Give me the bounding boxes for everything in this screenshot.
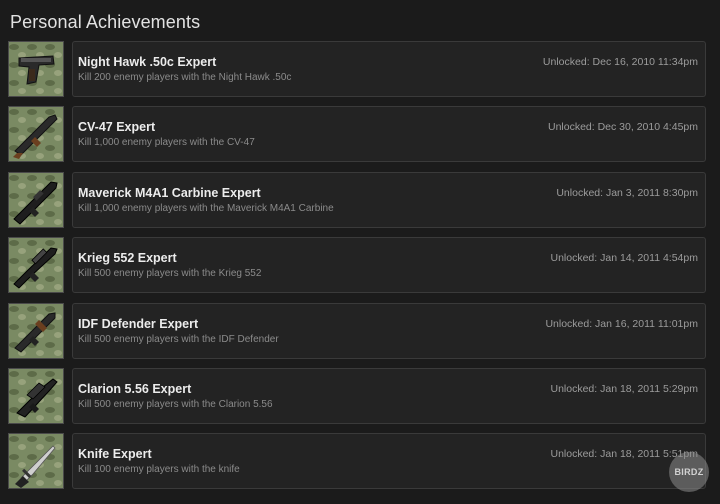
bullpup-rifle-icon [9,368,63,423]
achievement-description: Kill 500 enemy players with the IDF Defe… [78,333,279,345]
achievement-name: CV-47 Expert [78,120,156,135]
achievement-description: Kill 100 enemy players with the knife [78,464,240,476]
achievement-thumbnail [8,237,64,294]
achievement-card: Krieg 552 Expert Kill 500 enemy players … [72,237,706,294]
achievement-list: Night Hawk .50c Expert Kill 200 enemy pl… [8,41,708,499]
achievement-row: Maverick M4A1 Carbine Expert Kill 1,000 … [8,171,708,229]
assault-rifle-icon [9,303,63,358]
page-title: Personal Achievements [10,12,201,32]
achievement-card: IDF Defender Expert Kill 500 enemy playe… [72,302,706,359]
achievement-description: Kill 200 enemy players with the Night Ha… [78,72,292,83]
achievement-unlock-date: Unlocked: Jan 16, 2011 11:01pm [545,317,698,330]
carbine-icon [9,172,63,227]
achievement-name: IDF Defender Expert [78,316,199,331]
achievement-row: Knife Expert Kill 100 enemy players with… [8,433,708,490]
achievement-card: Maverick M4A1 Carbine Expert Kill 1,000 … [72,171,706,228]
achievement-card: CV-47 Expert Kill 1,000 enemy players wi… [72,106,706,163]
achievement-row: CV-47 Expert Kill 1,000 enemy players wi… [8,106,708,163]
achievement-unlock-date: Unlocked: Jan 18, 2011 5:29pm [550,382,699,395]
achievement-name: Krieg 552 Expert [78,251,177,266]
achievement-row: IDF Defender Expert Kill 500 enemy playe… [8,302,708,360]
achievement-unlock-date: Unlocked: Dec 16, 2010 11:34pm [542,56,698,68]
achievement-card: Clarion 5.56 Expert Kill 500 enemy playe… [72,367,706,424]
achievement-description: Kill 500 enemy players with the Clarion … [78,398,273,410]
achievement-unlock-date: Unlocked: Dec 30, 2010 4:45pm [547,121,698,134]
achievement-thumbnail [8,302,64,359]
achievement-name: Maverick M4A1 Carbine Expert [78,185,261,200]
achievement-row: Clarion 5.56 Expert Kill 500 enemy playe… [8,367,708,425]
achievement-description: Kill 1,000 enemy players with the CV-47 [78,137,255,149]
watermark-logo: BIRDZ [669,452,709,492]
achievement-unlock-date: Unlocked: Jan 3, 2011 8:30pm [556,186,698,199]
achievement-thumbnail [8,41,64,97]
achievement-unlock-date: Unlocked: Jan 14, 2011 4:54pm [550,252,699,265]
achievement-thumbnail [8,171,64,228]
achievement-description: Kill 1,000 enemy players with the Maveri… [78,202,334,214]
pistol-icon [9,42,63,96]
achievement-row: Krieg 552 Expert Kill 500 enemy players … [8,237,708,294]
achievement-description: Kill 500 enemy players with the Krieg 55… [78,268,262,280]
achievement-name: Clarion 5.56 Expert [78,381,192,396]
achievement-card: Knife Expert Kill 100 enemy players with… [72,433,706,490]
achievement-thumbnail [8,106,64,163]
achievement-name: Night Hawk .50c Expert [78,55,217,69]
assault-rifle-icon [9,107,63,162]
achievement-row: Night Hawk .50c Expert Kill 200 enemy pl… [8,41,708,98]
achievement-thumbnail [8,433,64,490]
achievement-name: Knife Expert [78,447,152,462]
achievement-thumbnail [8,367,64,424]
knife-icon [9,434,63,489]
achievement-card: Night Hawk .50c Expert Kill 200 enemy pl… [72,41,706,97]
scoped-rifle-icon [9,238,63,293]
